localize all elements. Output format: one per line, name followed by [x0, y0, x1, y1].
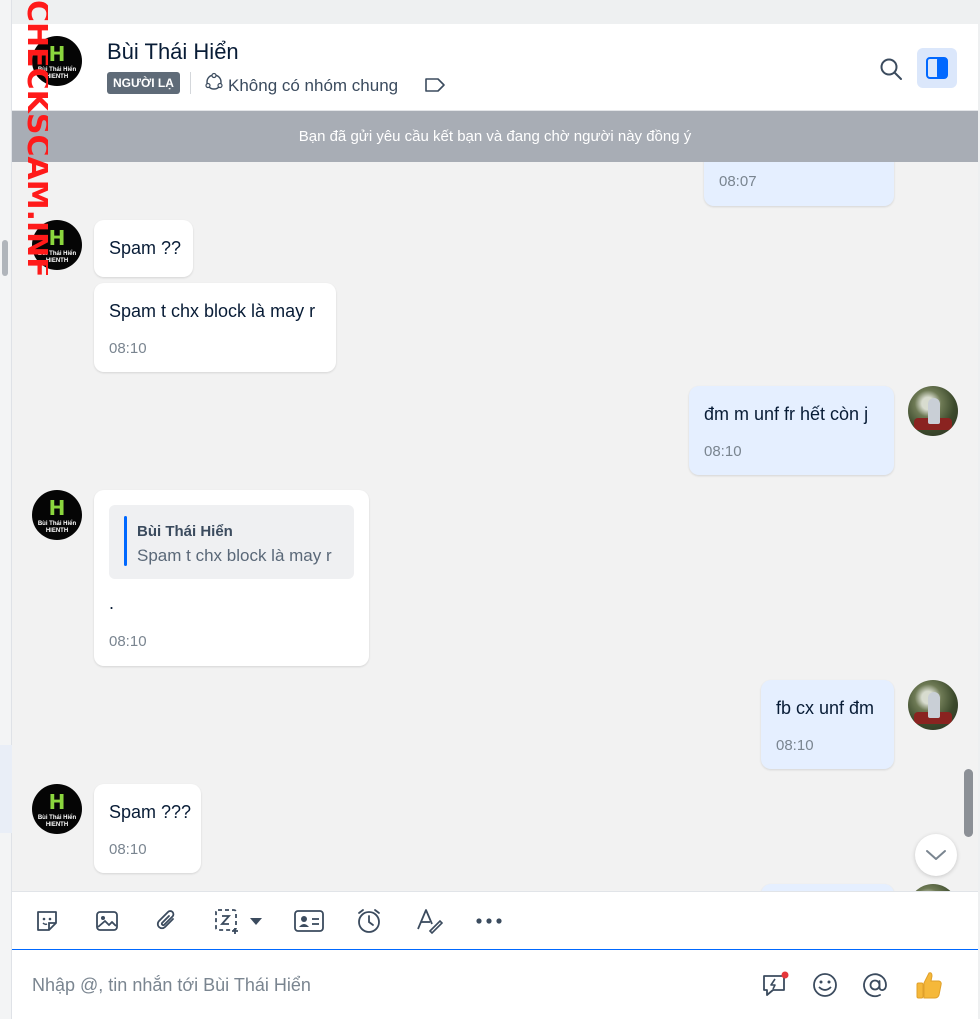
screenshot-button[interactable]	[212, 906, 242, 936]
sidebar-panel-icon	[926, 57, 948, 79]
message-bubble-received[interactable]: Spam t chx block là may r 08:10	[94, 283, 336, 372]
message-time: 08:10	[109, 841, 147, 858]
at-sign-icon	[863, 973, 887, 998]
contact-card-icon	[294, 910, 324, 932]
conversation-info-toggle[interactable]	[917, 48, 957, 88]
image-button[interactable]	[92, 906, 122, 936]
screenshot-options-dropdown[interactable]	[246, 906, 266, 936]
conversation-list-edge	[0, 0, 12, 1019]
message-text: .	[109, 593, 115, 613]
group-icon	[204, 72, 224, 99]
contact-avatar[interactable]: H Bùi Thái Hiển HIENTH	[32, 36, 82, 86]
message-time: 08:10	[109, 340, 147, 357]
my-avatar[interactable]	[908, 386, 958, 436]
message-bubble-sent[interactable]: 08:07	[704, 162, 894, 206]
quoted-message[interactable]: Bùi Thái Hiển Spam t chx block là may r	[109, 505, 354, 579]
message-text: Spam ??	[109, 238, 182, 258]
quick-message-button[interactable]	[760, 970, 790, 1000]
message-text: fb cx unf đm	[776, 698, 875, 718]
avatar-caption: Bùi Thái Hiển HIENTH	[37, 815, 77, 828]
screenshot-icon	[215, 909, 238, 934]
search-icon	[880, 58, 902, 80]
avatar-logo: H	[48, 790, 66, 814]
message-bubble-sent[interactable]: đm m unf fr hết còn j 08:10	[689, 386, 894, 475]
emoji-button[interactable]	[810, 970, 840, 1000]
avatar-logo: H	[48, 226, 66, 250]
sender-avatar[interactable]: H Bùi Thái Hiển HIENTH	[32, 784, 82, 834]
message-bubble-sent[interactable]: fb cx unf đm 08:10	[761, 680, 894, 769]
quote-sender: Bùi Thái Hiển	[137, 523, 233, 540]
attach-file-button[interactable]	[152, 906, 182, 936]
text-format-button[interactable]	[414, 906, 444, 936]
common-groups[interactable]: Không có nhóm chung	[204, 72, 398, 99]
search-button[interactable]	[876, 54, 906, 84]
chat-header: H Bùi Thái Hiển HIENTH Bùi Thái Hiển NGƯỜ…	[12, 24, 978, 111]
more-icon	[476, 918, 502, 924]
my-avatar[interactable]	[908, 884, 958, 891]
image-icon	[96, 911, 118, 931]
sticker-icon	[37, 911, 57, 931]
caret-down-icon	[250, 918, 262, 925]
like-button[interactable]	[912, 970, 946, 1000]
thumbs-up-icon	[916, 972, 942, 999]
message-time: 08:07	[719, 173, 757, 190]
avatar-caption: Bùi Thái Hiển HIENTH	[37, 67, 77, 80]
stranger-badge: NGƯỜI LẠ	[107, 72, 180, 94]
message-scroll-thumb[interactable]	[964, 769, 973, 837]
composer-toolbar	[12, 891, 978, 950]
common-groups-label: Không có nhóm chung	[228, 75, 399, 95]
avatar-caption: Bùi Thái Hiển HIENTH	[37, 521, 77, 534]
message-time: 08:10	[776, 737, 814, 754]
more-options-button[interactable]	[474, 906, 504, 936]
message-text: đm m unf fr hết còn j	[704, 404, 869, 424]
chevron-down-icon	[926, 850, 946, 860]
quote-text: Spam t chx block là may r	[137, 546, 332, 565]
mention-button[interactable]	[860, 970, 890, 1000]
message-bubble-received[interactable]: Spam ??	[94, 220, 193, 277]
text-format-icon	[417, 909, 443, 935]
message-bubble-received[interactable]: Spam ??? 08:10	[94, 784, 201, 873]
message-composer	[12, 950, 978, 1019]
message-input[interactable]	[32, 970, 732, 1000]
sticker-button[interactable]	[32, 906, 62, 936]
sender-avatar[interactable]: H Bùi Thái Hiển HIENTH	[32, 490, 82, 540]
contact-card-button[interactable]	[292, 906, 326, 936]
message-text: Spam t chx block là may r	[109, 301, 316, 321]
message-time: 08:10	[704, 443, 742, 460]
message-list[interactable]: 08:07 H Bùi Thái Hiển HIENTH Spam ?? Spam…	[12, 162, 978, 891]
contact-name[interactable]: Bùi Thái Hiển	[107, 39, 239, 65]
sender-avatar[interactable]: H Bùi Thái Hiển HIENTH	[32, 220, 82, 270]
list-scroll-thumb[interactable]	[2, 240, 8, 276]
message-bubble-sent[interactable]	[761, 884, 894, 891]
quick-reply-icon	[763, 971, 789, 996]
message-bubble-received[interactable]: Bùi Thái Hiển Spam t chx block là may r …	[94, 490, 369, 666]
emoji-icon	[813, 973, 837, 997]
reminder-icon	[358, 909, 380, 933]
message-text: Spam ???	[109, 802, 192, 822]
avatar-logo: H	[48, 496, 66, 520]
quote-bar	[124, 516, 127, 566]
reminder-button[interactable]	[354, 906, 384, 936]
friend-request-banner: Bạn đã gửi yêu cầu kết bạn và đang chờ n…	[12, 111, 978, 162]
my-avatar[interactable]	[908, 680, 958, 730]
header-divider	[190, 72, 191, 94]
avatar-caption: Bùi Thái Hiển HIENTH	[37, 251, 77, 264]
list-selected-highlight	[0, 745, 12, 833]
message-time: 08:10	[109, 633, 147, 650]
attachment-icon	[156, 910, 175, 930]
label-tag-icon[interactable]	[424, 76, 446, 99]
scroll-to-bottom-button[interactable]	[915, 834, 957, 876]
avatar-logo: H	[48, 42, 66, 66]
